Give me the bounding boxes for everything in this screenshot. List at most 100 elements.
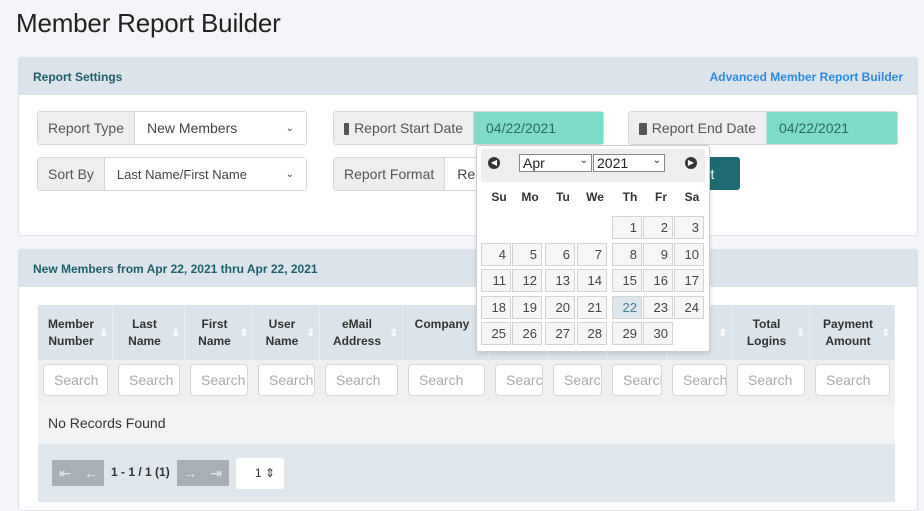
weekday-label: Tu [556, 190, 570, 204]
end-date-label: Report End Date [651, 120, 756, 136]
calendar-day[interactable]: 28 [577, 322, 607, 345]
column-search-input[interactable]: Search [408, 364, 485, 396]
page-number-input[interactable]: 1 ⇕ [236, 458, 284, 489]
calendar-day[interactable]: 27 [545, 322, 575, 345]
calendar-day[interactable]: 13 [545, 269, 575, 292]
column-search-input[interactable]: Search [815, 364, 890, 396]
first-page-icon[interactable]: ⇤ [52, 460, 78, 486]
advanced-report-builder-link[interactable]: Advanced Member Report Builder [710, 70, 903, 84]
column-search-input[interactable]: Search [325, 364, 398, 396]
report-type-select[interactable]: Report Type New Members ⌄ [37, 111, 307, 145]
weekday-label: Sa [684, 190, 700, 204]
page-number: 1 [254, 466, 262, 480]
column-search-input[interactable]: Search [612, 364, 662, 396]
column-search-input[interactable]: Search [118, 364, 180, 396]
column-header[interactable]: User Name ⇕ [253, 305, 320, 360]
sort-icon[interactable]: ⇕ [882, 325, 890, 342]
column-search-input[interactable]: Search [190, 364, 248, 396]
calendar-icon [344, 123, 350, 135]
report-start-date: Report Start Date 04/22/2021 [333, 111, 604, 145]
next-month-icon[interactable]: ▶ [685, 157, 697, 169]
no-records-message: No Records Found [38, 402, 895, 444]
prev-page-icon[interactable]: ← [78, 460, 104, 486]
calendar-day[interactable]: 20 [545, 295, 575, 319]
end-date-input[interactable]: 04/22/2021 [767, 112, 897, 144]
last-page-icon[interactable]: ⇥ [203, 460, 229, 486]
column-header[interactable]: eMail Address ⇕ [320, 305, 403, 360]
calendar-day[interactable]: 23 [643, 295, 673, 319]
sort-icon[interactable]: ⇕ [240, 325, 248, 342]
weekday-label: Fr [655, 190, 667, 204]
calendar-day[interactable]: 19 [512, 295, 542, 319]
calendar-day[interactable]: 5 [512, 242, 542, 266]
calendar-day[interactable]: 17 [674, 269, 704, 292]
calendar-day[interactable]: 11 [481, 269, 511, 292]
calendar-day[interactable]: 6 [545, 242, 575, 266]
calendar-day[interactable]: 4 [481, 242, 511, 266]
calendar-day[interactable]: 9 [643, 242, 673, 266]
calendar-day[interactable]: 2 [643, 216, 673, 239]
month-value: Apr [523, 155, 545, 171]
calendar-day[interactable]: 30 [643, 322, 673, 345]
sort-by-select[interactable]: Sort By Last Name/First Name ⌄ [37, 157, 307, 191]
calendar-day[interactable]: 29 [612, 322, 642, 345]
pager-text: 1 - 1 / 1 (1) [111, 465, 170, 479]
start-date-label: Report Start Date [354, 120, 463, 136]
year-select[interactable]: 2021 ⌄ [593, 154, 665, 172]
column-search-input[interactable]: Search [553, 364, 602, 396]
date-picker: ◀ Apr ⌄ 2021 ⌄ ▶ Su Mo Tu We Th Fr Sa 1 2 3 4 5 6 7 8 9 10… [476, 145, 710, 352]
calendar-day[interactable]: 24 [674, 295, 704, 319]
calendar-day[interactable]: 21 [577, 295, 607, 319]
column-search-input[interactable]: Search [495, 364, 543, 396]
sort-by-label: Sort By [38, 158, 105, 190]
report-settings-panel: Report Settings Advanced Member Report B… [18, 57, 918, 236]
calendar-day[interactable]: 1 [612, 216, 642, 239]
calendar-day[interactable]: 26 [512, 322, 542, 345]
report-type-value: New Members [147, 120, 238, 136]
column-header[interactable]: First Name ⇕ [185, 305, 253, 360]
calendar-icon [639, 123, 647, 135]
column-search-input[interactable]: Search [43, 364, 108, 396]
calendar-day[interactable]: 12 [512, 269, 542, 292]
report-format-label: Report Format [334, 158, 446, 190]
calendar-day[interactable]: 8 [612, 242, 642, 266]
weekday-label: Th [622, 190, 638, 204]
calendar-day[interactable]: 15 [612, 269, 642, 292]
column-search-input[interactable]: Search [258, 364, 315, 396]
weekday-label: Mo [521, 190, 539, 204]
month-select[interactable]: Apr ⌄ [519, 154, 592, 172]
column-header[interactable]: Payment Amount ⇕ [810, 305, 895, 360]
calendar-day[interactable]: 10 [674, 242, 704, 266]
weekday-label: Su [491, 190, 507, 204]
prev-month-icon[interactable]: ◀ [488, 157, 500, 169]
report-end-date: Report End Date 04/22/2021 [628, 111, 898, 145]
calendar-day[interactable]: 16 [643, 269, 673, 292]
sort-icon[interactable]: ⇕ [172, 325, 180, 342]
start-date-input[interactable]: 04/22/2021 [474, 112, 603, 144]
sort-by-value: Last Name/First Name [116, 166, 247, 182]
sort-icon[interactable]: ⇕ [719, 325, 727, 342]
calendar-day[interactable]: 18 [481, 295, 511, 319]
year-value: 2021 [597, 155, 629, 171]
sort-icon[interactable]: ⇕ [797, 325, 805, 342]
chevron-down-icon: ⌄ [285, 122, 294, 134]
column-search-input[interactable]: Search [672, 364, 727, 396]
column-search-input[interactable]: Search [737, 364, 805, 396]
weekday-label: We [586, 190, 604, 204]
column-header[interactable]: Last Name ⇕ [113, 305, 185, 360]
column-header[interactable]: Member Number ⇕ [38, 305, 113, 360]
next-page-icon[interactable]: → [177, 460, 203, 486]
sort-icon[interactable]: ⇕ [100, 325, 108, 342]
chevron-down-icon: ⌄ [285, 168, 294, 180]
pagination: ⇤ ← 1 - 1 / 1 (1) → ⇥ 1 ⇕ [38, 444, 895, 502]
calendar-day[interactable]: 7 [577, 242, 607, 266]
sort-icon[interactable]: ⇕ [307, 325, 315, 342]
sort-icon[interactable]: ⇕ [390, 325, 398, 342]
column-header[interactable]: Total Logins ⇕ [732, 305, 810, 360]
calendar-day[interactable]: 25 [481, 322, 511, 345]
calendar-day[interactable]: 22 [612, 295, 642, 319]
calendar-day[interactable]: 3 [674, 216, 704, 239]
report-type-label: Report Type [38, 112, 136, 144]
calendar-day[interactable]: 14 [577, 269, 607, 292]
page-title: Member Report Builder [16, 8, 281, 38]
